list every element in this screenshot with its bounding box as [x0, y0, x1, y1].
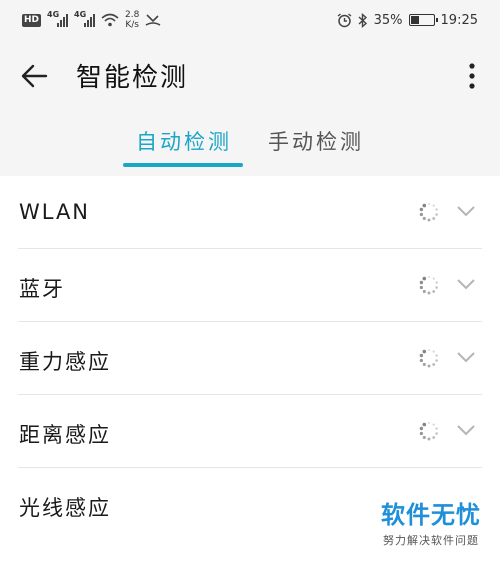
list-item-label: 距离感应 [19, 423, 111, 447]
missed-call-icon [145, 14, 161, 26]
watermark: 软件无忧 努力解决软件问题 [372, 500, 490, 548]
list-item-label: WLAN [19, 200, 91, 224]
signal-strength-icon: 4G [47, 10, 69, 27]
watermark-tagline: 努力解决软件问题 [383, 534, 479, 547]
tab-manual-detect[interactable]: 手动检测 [268, 126, 364, 156]
network-speed: 2.8 K/s [125, 10, 140, 30]
more-vertical-icon [469, 63, 475, 89]
status-bar-right: 35% 19:25 [337, 12, 478, 28]
battery-percent: 35% [373, 12, 403, 28]
battery-icon [408, 14, 438, 26]
page-title: 智能检测 [76, 63, 189, 93]
list-item-wlan[interactable]: WLAN [0, 176, 500, 249]
wifi-icon [101, 13, 119, 27]
loading-spinner-icon [419, 422, 438, 441]
list-item-bluetooth[interactable]: 蓝牙 [0, 249, 500, 322]
loading-spinner-icon [419, 349, 438, 368]
list-item-gravity-sensor[interactable]: 重力感应 [0, 322, 500, 395]
list-item-label: 蓝牙 [19, 277, 65, 301]
list-item-label: 光线感应 [19, 496, 111, 520]
back-button[interactable] [16, 58, 52, 94]
watermark-logo: 软件无忧 [381, 501, 481, 529]
alarm-clock-icon [337, 12, 352, 27]
list-item-proximity-sensor[interactable]: 距离感应 [0, 395, 500, 468]
active-tab-indicator [123, 163, 243, 167]
chevron-down-icon[interactable] [456, 277, 476, 291]
chevron-down-icon[interactable] [456, 350, 476, 364]
hd-voice-badge: HD [22, 13, 42, 27]
status-bar: HD 4G 4G 2.8 K/s 35% 19:25 [0, 0, 500, 40]
tab-bar: 自动检测 手动检测 [0, 112, 500, 174]
back-arrow-icon [21, 64, 48, 88]
app-header: 智能检测 [0, 40, 500, 110]
more-options-button[interactable] [460, 58, 484, 94]
list-item-label: 重力感应 [19, 350, 111, 374]
loading-spinner-icon [419, 203, 438, 222]
chevron-down-icon[interactable] [456, 204, 476, 218]
clock-time: 19:25 [440, 12, 478, 28]
loading-spinner-icon [419, 276, 438, 295]
bluetooth-icon [358, 12, 367, 28]
signal-strength-icon-2: 4G [74, 10, 96, 27]
tab-auto-detect[interactable]: 自动检测 [136, 126, 232, 156]
status-bar-left: HD 4G 4G 2.8 K/s [22, 10, 161, 30]
chevron-down-icon[interactable] [456, 423, 476, 437]
